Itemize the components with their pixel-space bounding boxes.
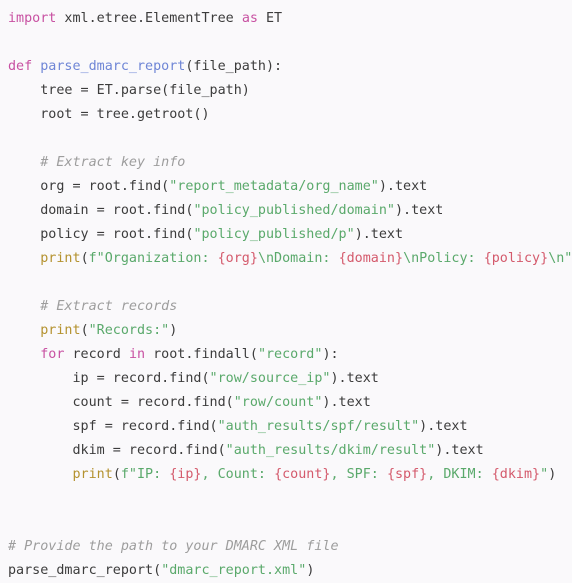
code-token: "report_metadata/org_name" xyxy=(169,179,379,194)
code-token: "Records:" xyxy=(88,323,170,338)
code-token: domain = root.find( xyxy=(8,203,194,218)
code-token: (file_path): xyxy=(185,59,283,74)
code-line: spf = record.find("auth_results/spf/resu… xyxy=(0,415,572,439)
code-line: # Extract key info xyxy=(0,151,572,175)
code-line: parse_dmarc_report("dmarc_report.xml") xyxy=(0,559,572,583)
code-token: {domain} xyxy=(338,251,404,266)
code-token: "policy_published/domain" xyxy=(193,203,395,218)
code-token: print xyxy=(72,467,113,482)
code-token: as xyxy=(241,11,258,26)
code-token: def xyxy=(8,59,33,74)
code-line: domain = root.find("policy_published/dom… xyxy=(0,199,572,223)
code-token: parse_dmarc_report xyxy=(40,59,186,74)
code-token: ).text xyxy=(354,227,404,242)
code-token: {dkim} xyxy=(491,467,541,482)
code-token: \n" xyxy=(548,251,572,266)
code-line: import xml.etree.ElementTree as ET xyxy=(0,7,572,31)
code-token: f"IP: xyxy=(120,467,170,482)
code-token: ): xyxy=(322,347,339,362)
code-token: xml.etree.ElementTree xyxy=(56,11,242,26)
code-token: import xyxy=(8,11,57,26)
code-token: "record" xyxy=(257,347,323,362)
code-line: for record in root.findall("record"): xyxy=(0,343,572,367)
code-token: ) xyxy=(169,323,178,338)
code-token: spf = record.find( xyxy=(8,419,218,434)
code-token: ip = record.find( xyxy=(8,371,210,386)
code-token: root = tree.getroot() xyxy=(8,107,210,122)
code-token: parse_dmarc_report( xyxy=(8,563,162,578)
code-token: print xyxy=(40,323,81,338)
code-token: ( xyxy=(112,467,121,482)
code-line: dkim = record.find("auth_results/dkim/re… xyxy=(0,439,572,463)
code-token: ( xyxy=(80,251,89,266)
code-token: " xyxy=(540,467,549,482)
code-line-list: import xml.etree.ElementTree as ET def pa… xyxy=(0,7,572,583)
code-token: ).text xyxy=(419,419,468,434)
code-token: dkim = record.find( xyxy=(8,443,226,458)
code-line: def parse_dmarc_report(file_path): xyxy=(0,55,572,79)
code-line: print(f"IP: {ip}, Count: {count}, SPF: {… xyxy=(0,463,572,487)
code-line: count = record.find("row/count").text xyxy=(0,391,572,415)
code-token: ( xyxy=(80,323,89,338)
code-token: "dmarc_report.xml" xyxy=(161,563,307,578)
code-token: ) xyxy=(548,467,557,482)
code-token: "row/source_ip" xyxy=(209,371,331,386)
code-token: {count} xyxy=(274,467,331,482)
code-token: ).text xyxy=(435,443,484,458)
code-token: ET xyxy=(257,11,283,26)
code-token: # Extract records xyxy=(40,299,178,314)
code-line: print(f"Organization: {org}\nDomain: {do… xyxy=(0,247,572,271)
code-token: print xyxy=(40,251,81,266)
code-line: # Provide the path to your DMARC XML fil… xyxy=(0,535,572,559)
code-token: record xyxy=(64,347,129,362)
code-token: ).text xyxy=(378,179,428,194)
code-token: ) xyxy=(306,563,315,578)
code-token: policy = root.find( xyxy=(8,227,194,242)
code-token: count = record.find( xyxy=(8,395,234,410)
code-token: "auth_results/dkim/result" xyxy=(225,443,436,458)
code-token: "row/count" xyxy=(233,395,323,410)
code-token: for xyxy=(40,347,65,362)
code-token: {policy} xyxy=(483,251,549,266)
code-token: {ip} xyxy=(169,467,202,482)
code-line: ip = record.find("row/source_ip").text xyxy=(0,367,572,391)
code-token: \nDomain: xyxy=(257,251,339,266)
code-token: # Extract key info xyxy=(40,155,186,170)
code-token: ).text xyxy=(322,395,371,410)
code-block[interactable]: import xml.etree.ElementTree as ET def pa… xyxy=(0,0,572,578)
code-token: ).text xyxy=(330,371,379,386)
code-token: "auth_results/spf/result" xyxy=(217,419,420,434)
code-line: # Extract records xyxy=(0,295,572,319)
code-token: # Provide the path to your DMARC XML fil… xyxy=(8,539,339,554)
code-line: tree = ET.parse(file_path) xyxy=(0,79,572,103)
code-token: org = root.find( xyxy=(8,179,170,194)
code-token: \nPolicy: xyxy=(403,251,484,266)
code-token: {org} xyxy=(217,251,258,266)
code-line: root = tree.getroot() xyxy=(0,103,572,127)
code-token: {spf} xyxy=(386,467,428,482)
code-token: f"Organization: xyxy=(88,251,218,266)
code-token: , SPF: xyxy=(330,467,387,482)
code-token: ).text xyxy=(394,203,444,218)
code-token: tree = ET.parse(file_path) xyxy=(8,83,250,98)
code-line: policy = root.find("policy_published/p")… xyxy=(0,223,572,247)
code-token: , Count: xyxy=(201,467,275,482)
code-line: org = root.find("report_metadata/org_nam… xyxy=(0,175,572,199)
code-token: , DKIM: xyxy=(427,467,492,482)
code-token: in xyxy=(128,347,146,362)
code-token: "policy_published/p" xyxy=(193,227,355,242)
code-line: print("Records:") xyxy=(0,319,572,343)
code-token: root.findall( xyxy=(145,347,258,362)
